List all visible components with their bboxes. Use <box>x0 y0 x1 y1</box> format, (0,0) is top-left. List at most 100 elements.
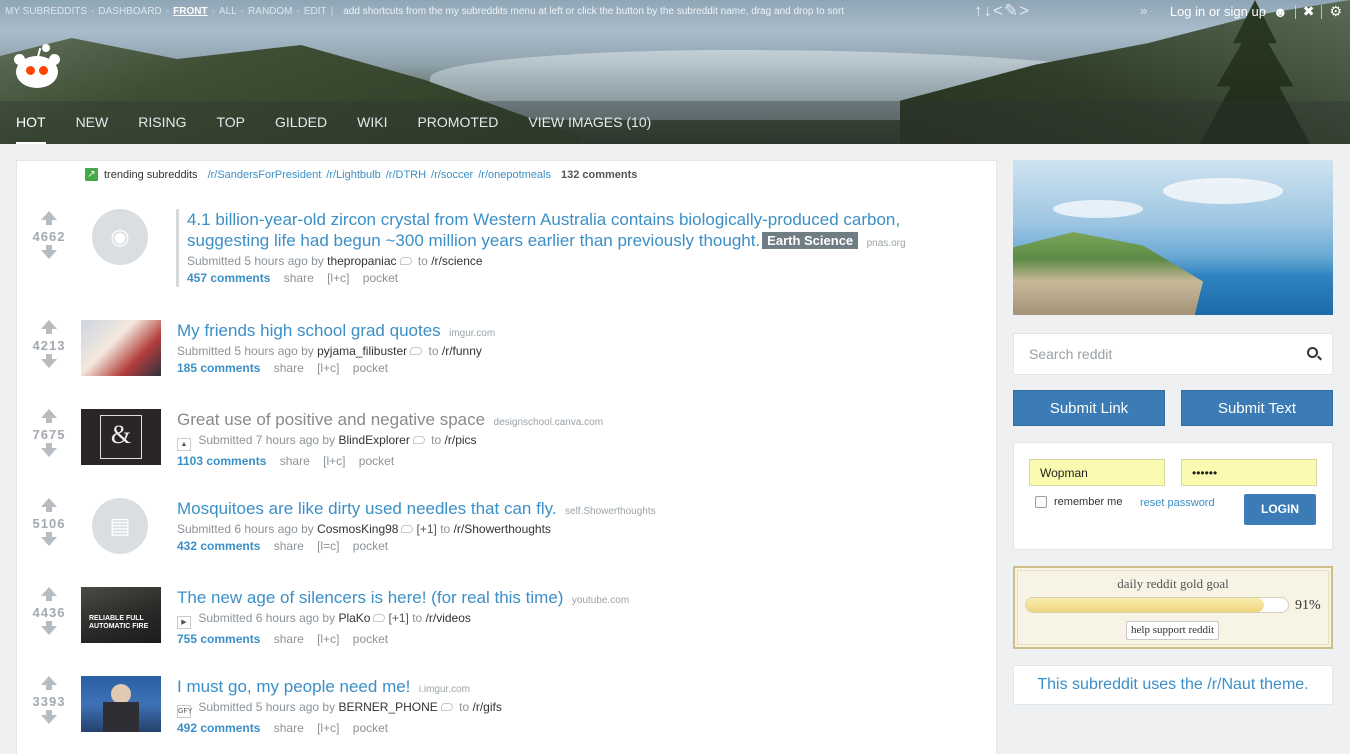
comments-link[interactable]: 185 comments <box>177 361 260 375</box>
post-subreddit[interactable]: /r/videos <box>426 611 471 625</box>
link-comments-button[interactable]: [l=c] <box>317 539 339 553</box>
upvote-arrow-icon[interactable] <box>41 409 57 423</box>
tab-gilded[interactable]: GILDED <box>275 101 327 144</box>
post-author[interactable]: pyjama_filibuster <box>317 344 407 358</box>
pocket-button[interactable]: pocket <box>353 632 388 646</box>
help-support-button[interactable]: help support reddit <box>1126 621 1220 640</box>
sr-link-all[interactable]: ALL <box>219 6 237 17</box>
post-domain[interactable]: imgur.com <box>449 328 495 339</box>
trending-sub-link[interactable]: /r/Lightbulb <box>326 169 380 181</box>
search-input[interactable] <box>1029 346 1299 362</box>
password-field[interactable] <box>1181 459 1317 486</box>
my-subreddits-menu[interactable]: MY SUBREDDITS <box>5 6 87 17</box>
post-thumbnail[interactable]: RELIABLE FULL AUTOMATIC FIRE <box>81 587 161 643</box>
share-button[interactable]: share <box>274 721 304 735</box>
comments-link[interactable]: 755 comments <box>177 632 260 646</box>
tag-icon[interactable] <box>401 525 414 533</box>
link-comments-button[interactable]: [l+c] <box>323 454 345 468</box>
post-title[interactable]: My friends high school grad quotes <box>177 321 441 340</box>
wrench-icon[interactable]: ✖ <box>1303 3 1315 20</box>
comments-link[interactable]: 457 comments <box>187 271 270 285</box>
link-thumbnail-icon[interactable]: ◉ <box>92 209 148 265</box>
tab-view-images[interactable]: VIEW IMAGES (10) <box>528 101 651 144</box>
share-button[interactable]: share <box>280 454 310 468</box>
tag-icon[interactable] <box>399 257 412 265</box>
post-title[interactable]: The new age of silencers is here! (for r… <box>177 588 563 607</box>
post-subreddit[interactable]: /r/Showerthoughts <box>454 522 551 536</box>
post-subreddit[interactable]: /r/science <box>431 254 482 268</box>
submit-link-button[interactable]: Submit Link <box>1013 390 1165 426</box>
more-subreddits-button[interactable]: » <box>1140 3 1147 18</box>
video-expando-icon[interactable]: ▶ <box>177 616 191 629</box>
share-button[interactable]: share <box>274 632 304 646</box>
sr-link-random[interactable]: RANDOM <box>248 6 292 17</box>
login-signup-link[interactable]: Log in or sign up <box>1170 4 1266 19</box>
upvote-arrow-icon[interactable] <box>41 211 57 225</box>
comments-link[interactable]: 492 comments <box>177 721 260 735</box>
trending-sub-link[interactable]: /r/DTRH <box>386 169 426 181</box>
theme-note[interactable]: This subreddit uses the /r/Naut theme. <box>1013 665 1333 705</box>
post-title[interactable]: I must go, my people need me! <box>177 677 410 696</box>
username-field[interactable] <box>1029 459 1165 486</box>
remember-me-checkbox[interactable] <box>1035 496 1047 508</box>
post-author[interactable]: thepropaniac <box>327 254 396 268</box>
comments-link[interactable]: 432 comments <box>177 539 260 553</box>
post-domain[interactable]: pnas.org <box>867 238 906 249</box>
login-button[interactable]: LOGIN <box>1244 494 1316 525</box>
pocket-button[interactable]: pocket <box>353 721 388 735</box>
sort-arrows-icon[interactable]: ↑↓<✎> <box>974 1 1030 21</box>
sr-link-front[interactable]: FRONT <box>173 6 207 17</box>
pocket-button[interactable]: pocket <box>359 454 394 468</box>
tab-rising[interactable]: RISING <box>138 101 186 144</box>
post-domain[interactable]: designschool.canva.com <box>494 417 604 428</box>
reddit-logo[interactable] <box>14 44 60 90</box>
upvote-arrow-icon[interactable] <box>41 320 57 334</box>
link-comments-button[interactable]: [l+c] <box>327 271 349 285</box>
post-title[interactable]: Great use of positive and negative space <box>177 410 485 429</box>
tag-icon[interactable] <box>440 703 453 711</box>
tag-icon[interactable] <box>410 347 423 355</box>
pocket-button[interactable]: pocket <box>353 361 388 375</box>
post-thumbnail[interactable] <box>81 320 161 376</box>
trending-sub-link[interactable]: /r/SandersForPresident <box>208 169 322 181</box>
tag-icon[interactable] <box>412 436 425 444</box>
submit-text-button[interactable]: Submit Text <box>1181 390 1333 426</box>
upvote-arrow-icon[interactable] <box>41 676 57 690</box>
share-button[interactable]: share <box>284 271 314 285</box>
post-subreddit[interactable]: /r/pics <box>445 433 477 447</box>
image-expando-icon[interactable]: ▲ <box>177 438 191 451</box>
tab-hot[interactable]: HOT <box>16 101 46 144</box>
gif-expando-icon[interactable]: GFY <box>177 705 192 718</box>
post-author[interactable]: PlaKo <box>338 611 370 625</box>
downvote-arrow-icon[interactable] <box>41 245 57 259</box>
link-comments-button[interactable]: [l+c] <box>317 632 339 646</box>
trending-comments-link[interactable]: 132 comments <box>561 169 637 181</box>
post-author[interactable]: CosmosKing98 <box>317 522 398 536</box>
post-thumbnail[interactable]: & <box>81 409 161 465</box>
downvote-arrow-icon[interactable] <box>41 443 57 457</box>
upvote-arrow-icon[interactable] <box>41 498 57 512</box>
upvote-arrow-icon[interactable] <box>41 587 57 601</box>
share-button[interactable]: share <box>274 539 304 553</box>
tab-wiki[interactable]: WIKI <box>357 101 387 144</box>
link-comments-button[interactable]: [l+c] <box>317 361 339 375</box>
tab-new[interactable]: NEW <box>76 101 109 144</box>
post-domain[interactable]: youtube.com <box>572 595 629 606</box>
sr-link-edit[interactable]: EDIT <box>304 6 327 17</box>
post-subreddit[interactable]: /r/gifs <box>473 700 502 714</box>
tab-top[interactable]: TOP <box>216 101 245 144</box>
post-domain[interactable]: i.imgur.com <box>419 684 470 695</box>
link-comments-button[interactable]: [l+c] <box>317 721 339 735</box>
downvote-arrow-icon[interactable] <box>41 710 57 724</box>
gear-icon[interactable]: ⚙ <box>1329 3 1342 20</box>
pocket-button[interactable]: pocket <box>363 271 398 285</box>
trending-sub-link[interactable]: /r/soccer <box>431 169 473 181</box>
comments-link[interactable]: 1103 comments <box>177 454 266 468</box>
post-thumbnail[interactable] <box>81 676 161 732</box>
share-button[interactable]: share <box>274 361 304 375</box>
reset-password-link[interactable]: reset password <box>1140 497 1215 509</box>
pocket-button[interactable]: pocket <box>353 539 388 553</box>
post-domain[interactable]: self.Showerthoughts <box>565 506 656 517</box>
post-author[interactable]: BERNER_PHONE <box>338 700 437 714</box>
sr-link-dashboard[interactable]: DASHBOARD <box>98 6 161 17</box>
